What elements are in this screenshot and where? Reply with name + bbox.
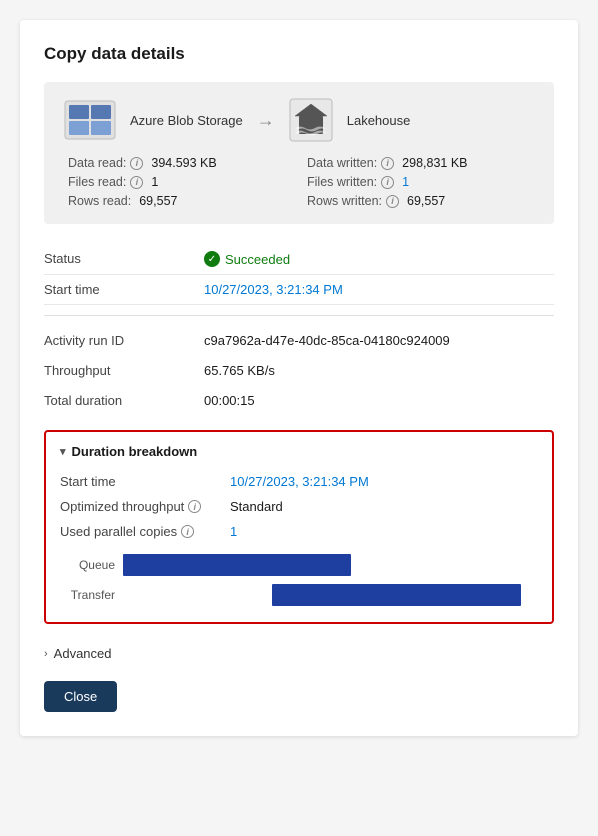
duration-start-time-row: Start time 10/27/2023, 3:21:34 PM [60, 469, 538, 494]
files-read-label: Files read: [68, 175, 126, 189]
arrow-icon: → [257, 110, 275, 131]
rows-written-value: 69,557 [407, 194, 445, 208]
transfer-flow: Azure Blob Storage → Lakehouse [64, 98, 534, 142]
bar-chart: Queue Transfer [60, 554, 538, 606]
transfer-box: Azure Blob Storage → Lakehouse Data read… [44, 82, 554, 224]
files-written-info-icon[interactable]: i [381, 176, 394, 189]
files-read-value: 1 [151, 175, 158, 189]
files-written-label: Files written: [307, 175, 377, 189]
queue-bar-row: Queue [60, 554, 538, 576]
optimized-throughput-value: Standard [230, 499, 283, 514]
used-parallel-copies-row: Used parallel copies i 1 [60, 519, 538, 544]
data-read-info-icon[interactable]: i [130, 157, 143, 170]
rows-read-label: Rows read: [68, 194, 131, 208]
close-button[interactable]: Close [44, 681, 117, 712]
activity-run-id-label: Activity run ID [44, 333, 204, 348]
used-parallel-copies-info-icon[interactable]: i [181, 525, 194, 538]
lakehouse-icon [289, 98, 333, 142]
transfer-bar-track [123, 584, 538, 606]
files-read-row: Files read: i 1 [68, 175, 291, 189]
advanced-label: Advanced [54, 646, 112, 661]
duration-breakdown-header[interactable]: ▾ Duration breakdown [60, 444, 538, 459]
used-parallel-copies-label: Used parallel copies i [60, 524, 230, 539]
transfer-bar-fill [272, 584, 521, 606]
data-read-label: Data read: [68, 156, 126, 170]
duration-breakdown-title: Duration breakdown [72, 444, 198, 459]
chevron-right-icon: › [44, 648, 48, 660]
rows-written-info-icon[interactable]: i [386, 195, 399, 208]
queue-bar-fill [123, 554, 351, 576]
transfer-bar-row: Transfer [60, 584, 538, 606]
queue-bar-label: Queue [60, 558, 115, 572]
copy-data-details-panel: Copy data details Azure Blob Storage → [20, 20, 578, 736]
rows-written-label: Rows written: [307, 194, 382, 208]
queue-bar-track [123, 554, 538, 576]
duration-start-time-value: 10/27/2023, 3:21:34 PM [230, 474, 369, 489]
data-read-value: 394.593 KB [151, 156, 216, 170]
rows-read-row: Rows read: 69,557 [68, 194, 291, 208]
source-label: Azure Blob Storage [130, 113, 243, 128]
transfer-stats: Data read: i 394.593 KB Data written: i … [64, 156, 534, 208]
status-value: ✓ Succeeded [204, 251, 290, 267]
optimized-throughput-info-icon[interactable]: i [188, 500, 201, 513]
files-written-value: 1 [402, 175, 409, 189]
chevron-down-icon: ▾ [60, 445, 66, 458]
activity-run-id-value: c9a7962a-d47e-40dc-85ca-04180c924009 [204, 333, 450, 348]
data-read-row: Data read: i 394.593 KB [68, 156, 291, 170]
duration-start-time-label: Start time [60, 474, 230, 489]
activity-run-id-row: Activity run ID c9a7962a-d47e-40dc-85ca-… [44, 326, 554, 356]
data-written-label: Data written: [307, 156, 377, 170]
details-section: Status ✓ Succeeded Start time 10/27/2023… [44, 244, 554, 305]
total-duration-label: Total duration [44, 393, 204, 408]
optimized-throughput-label: Optimized throughput i [60, 499, 230, 514]
throughput-row: Throughput 65.765 KB/s [44, 356, 554, 386]
status-label: Status [44, 251, 204, 266]
duration-breakdown-box: ▾ Duration breakdown Start time 10/27/20… [44, 430, 554, 624]
total-duration-value: 00:00:15 [204, 393, 255, 408]
status-row: Status ✓ Succeeded [44, 244, 554, 275]
data-written-info-icon[interactable]: i [381, 157, 394, 170]
start-time-value: 10/27/2023, 3:21:34 PM [204, 282, 343, 297]
total-duration-row: Total duration 00:00:15 [44, 386, 554, 416]
optimized-throughput-row: Optimized throughput i Standard [60, 494, 538, 519]
data-written-value: 298,831 KB [402, 156, 467, 170]
azure-blob-storage-icon [64, 100, 116, 140]
panel-title: Copy data details [44, 44, 554, 64]
check-icon: ✓ [204, 251, 220, 267]
files-read-info-icon[interactable]: i [130, 176, 143, 189]
start-time-label: Start time [44, 282, 204, 297]
throughput-label: Throughput [44, 363, 204, 378]
transfer-bar-label: Transfer [60, 588, 115, 602]
throughput-value: 65.765 KB/s [204, 363, 275, 378]
dest-label: Lakehouse [347, 113, 411, 128]
details-section-2: Activity run ID c9a7962a-d47e-40dc-85ca-… [44, 326, 554, 416]
advanced-section[interactable]: › Advanced [44, 638, 554, 665]
start-time-row: Start time 10/27/2023, 3:21:34 PM [44, 275, 554, 305]
used-parallel-copies-value: 1 [230, 524, 237, 539]
rows-read-value: 69,557 [139, 194, 177, 208]
divider-1 [44, 315, 554, 316]
files-written-row: Files written: i 1 [307, 175, 530, 189]
data-written-row: Data written: i 298,831 KB [307, 156, 530, 170]
rows-written-row: Rows written: i 69,557 [307, 194, 530, 208]
